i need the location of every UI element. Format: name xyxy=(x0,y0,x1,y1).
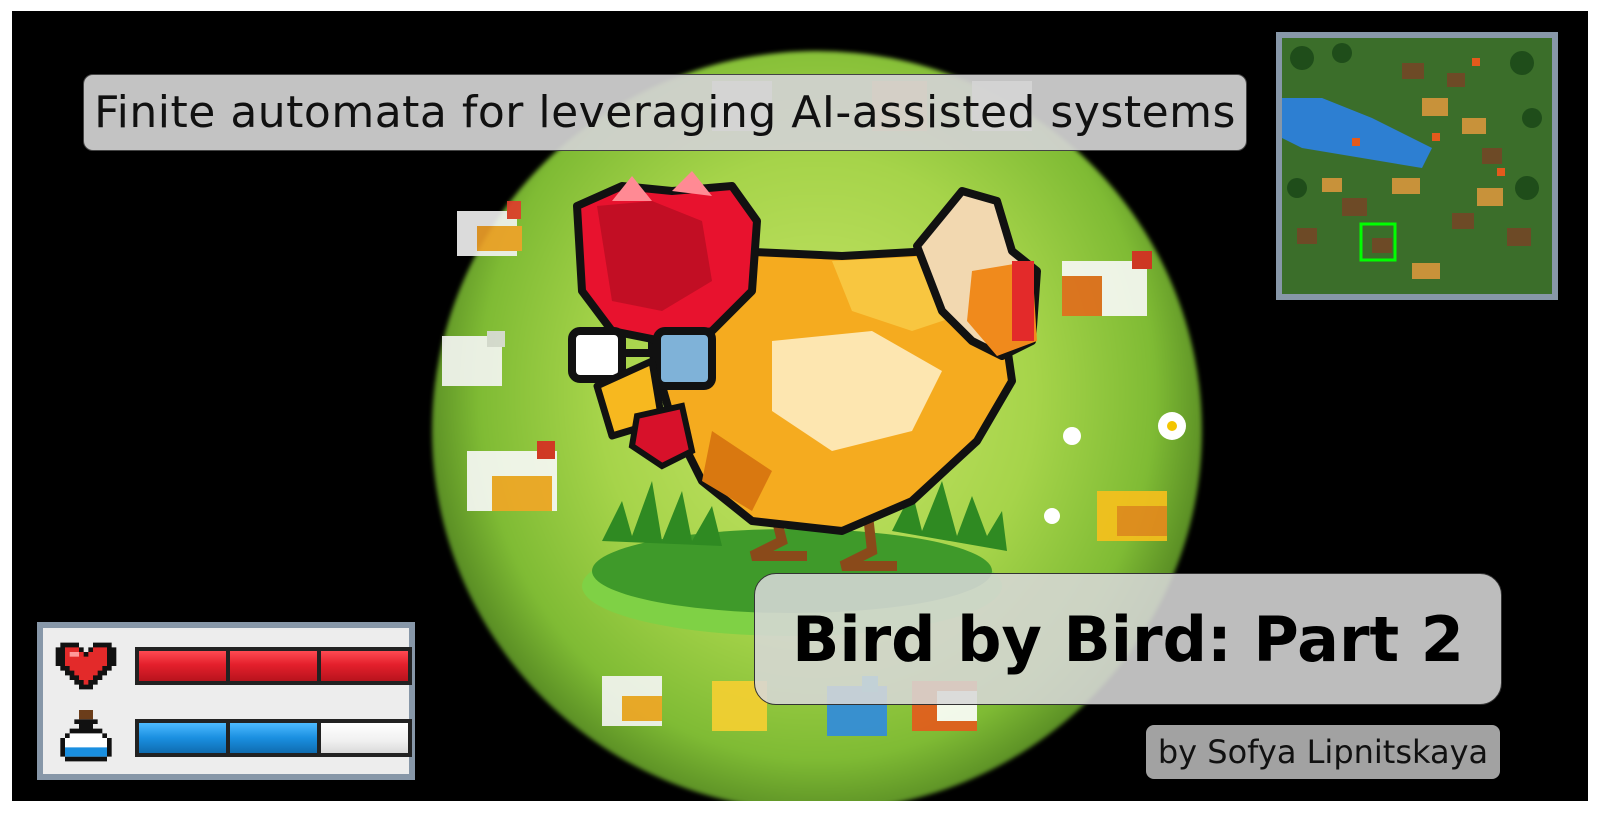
status-panel xyxy=(37,622,415,780)
slide-title: Bird by Bird: Part 2 xyxy=(754,573,1502,705)
glasses-right xyxy=(653,327,716,390)
mana-segment xyxy=(139,723,226,753)
health-segment xyxy=(139,651,226,681)
slide-subtitle: Finite automata for leveraging AI-assist… xyxy=(83,74,1247,151)
minimap-terrain xyxy=(1282,38,1552,294)
health-row xyxy=(55,638,412,694)
glasses-left xyxy=(568,327,626,383)
potion-icon xyxy=(60,710,112,762)
health-segment xyxy=(321,651,408,681)
mana-segment-empty xyxy=(321,723,408,753)
mana-row xyxy=(55,710,412,766)
mana-bar xyxy=(135,719,412,757)
health-bar xyxy=(135,647,412,685)
chicken-wattle xyxy=(628,402,696,470)
mana-segment xyxy=(230,723,317,753)
slide-author: by Sofya Lipnitskaya xyxy=(1146,725,1500,779)
heart-icon xyxy=(55,642,117,690)
minimap[interactable] xyxy=(1276,32,1558,300)
health-segment xyxy=(230,651,317,681)
